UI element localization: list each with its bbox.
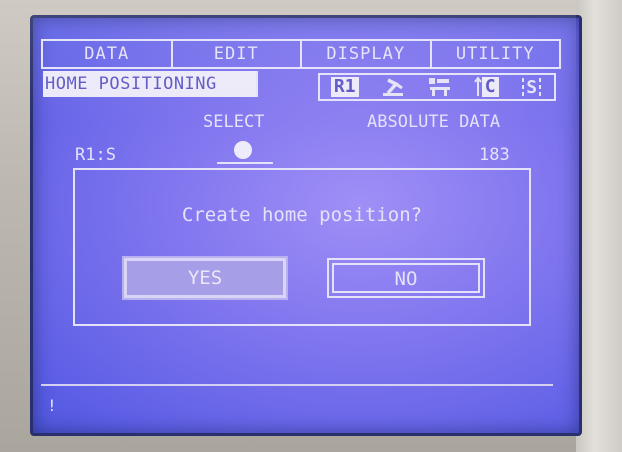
select-marker[interactable] (217, 141, 289, 164)
yes-button[interactable]: YES (122, 256, 288, 300)
no-button[interactable]: NO (327, 258, 485, 298)
security-icon: S (520, 76, 543, 98)
confirm-dialog: Create home position? YES NO (73, 168, 531, 326)
dialog-message: Create home position? (181, 204, 423, 226)
select-cursor-underline (217, 162, 273, 164)
status-bar: R1 C S (318, 73, 556, 101)
coordinate-indicator: C (481, 77, 499, 97)
column-header-absolute-data: ABSOLUTE DATA (367, 112, 501, 132)
lcd-screen: DATA EDIT DISPLAY UTILITY HOME POSITIONI… (30, 15, 582, 436)
axis-label: R1:S (75, 145, 116, 165)
robot-indicator: R1 (330, 77, 359, 97)
absolute-data-value: 183 (479, 145, 510, 165)
column-header-select: SELECT (203, 112, 265, 132)
selected-dot-icon (234, 141, 252, 159)
menu-tab-data[interactable]: DATA (43, 41, 173, 67)
security-indicator: S (526, 76, 538, 98)
coordinate-icon: C (473, 76, 499, 98)
pendant-bezel-right (576, 0, 622, 452)
main-menu-bar: DATA EDIT DISPLAY UTILITY (41, 39, 561, 69)
menu-tab-utility[interactable]: UTILITY (432, 41, 560, 67)
menu-tab-display[interactable]: DISPLAY (302, 41, 432, 67)
screen-title: HOME POSITIONING (43, 71, 258, 97)
menu-tab-edit[interactable]: EDIT (173, 41, 302, 67)
message-line-divider (41, 384, 553, 386)
robot-arm-icon (380, 76, 406, 98)
no-button-label: NO (332, 263, 480, 293)
teach-mode-icon (428, 76, 452, 98)
message-indicator: ! (47, 396, 57, 415)
